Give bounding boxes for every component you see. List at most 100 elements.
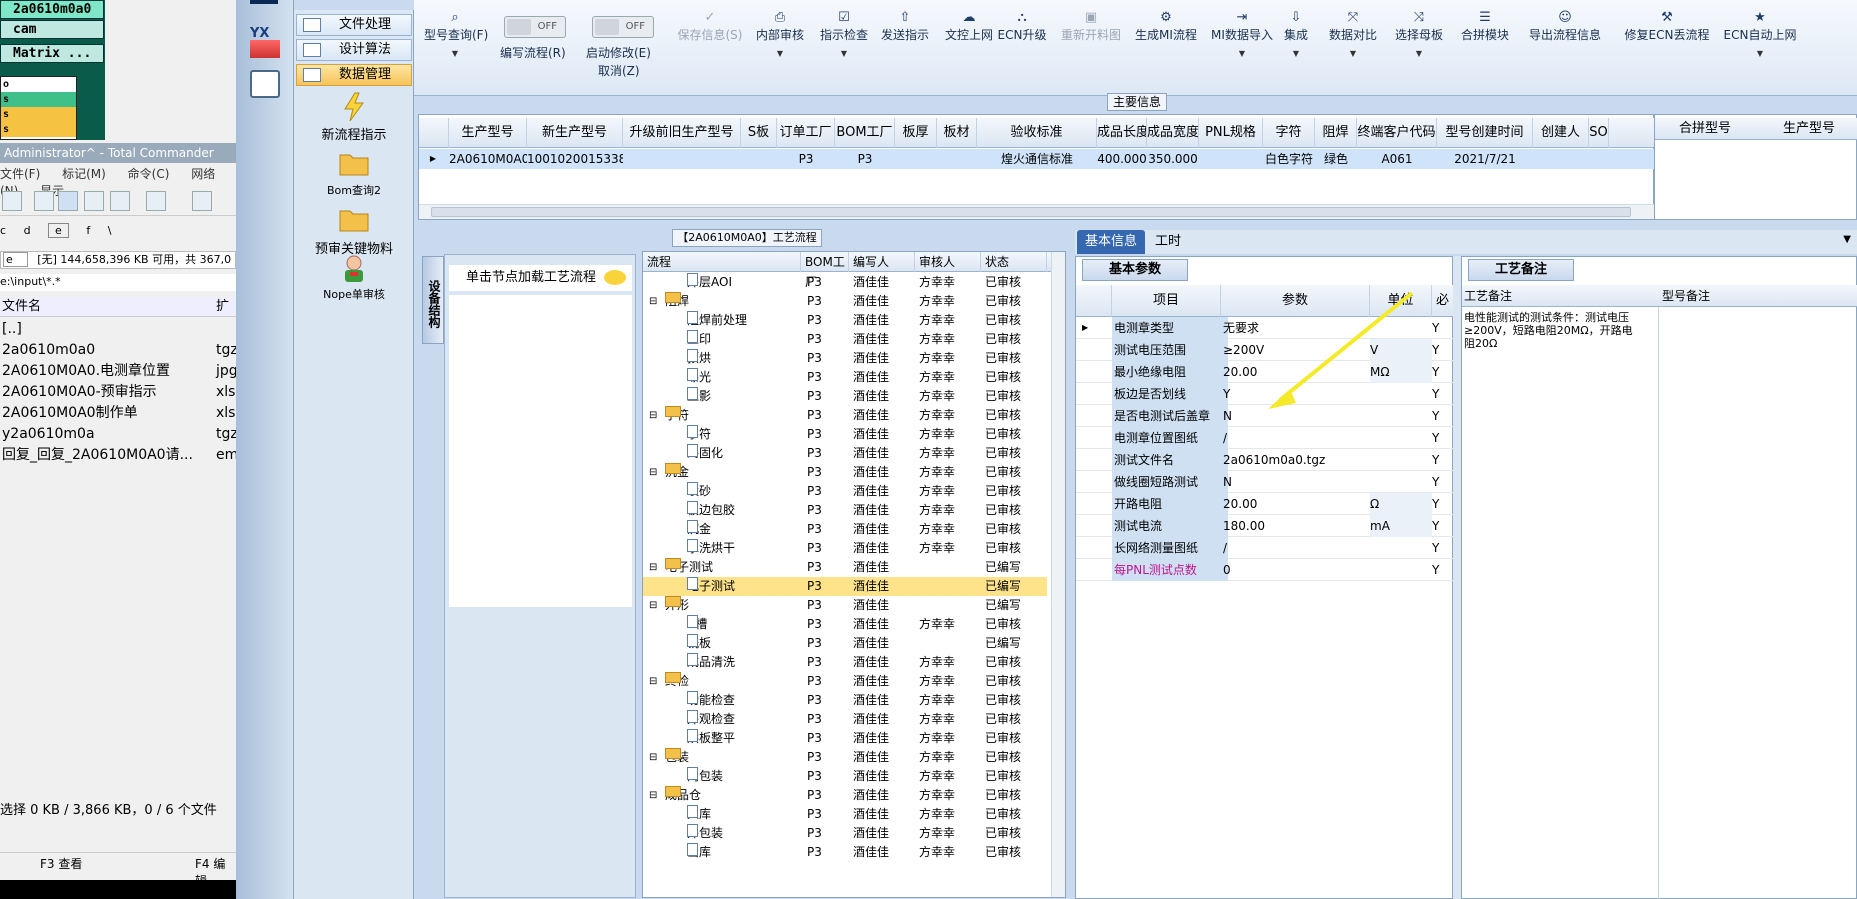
- nav-item-key-material[interactable]: 预审关键物料: [294, 206, 414, 257]
- param-value[interactable]: 180.00: [1221, 515, 1371, 537]
- chevron-down-icon[interactable]: ▼: [814, 49, 874, 58]
- toolbar-button[interactable]: ☁ 文控上网: [938, 10, 1000, 43]
- tree-row[interactable]: ⊟ 沉金 P3 酒佳佳 方幸幸 已审核: [643, 463, 1047, 482]
- toolbar-button[interactable]: ★ ECN自动上网 ▼: [1720, 10, 1800, 58]
- toolbar-button[interactable]: ⇥ MI数据导入 ▼: [1206, 10, 1278, 58]
- tree-row[interactable]: 外层AOI P3 酒佳佳 方幸幸 已审核: [643, 273, 1047, 292]
- tab-basic-info[interactable]: 基本信息: [1077, 230, 1146, 254]
- tree-row[interactable]: 内包装 P3 酒佳佳 方幸幸 已审核: [643, 767, 1047, 786]
- col-header[interactable]: 新生产型号: [527, 118, 623, 148]
- tc-green-item[interactable]: Matrix ...: [0, 44, 104, 63]
- col-header[interactable]: BOM工厂: [835, 118, 895, 148]
- toolbar-button[interactable]: ▣ 重新开料图: [1052, 10, 1130, 43]
- toolbar-button[interactable]: ⚒ 修复ECN丢流程: [1620, 10, 1714, 43]
- col-header[interactable]: 创建人: [1533, 118, 1589, 148]
- col-header[interactable]: 字符: [1263, 118, 1315, 148]
- merge-col-header[interactable]: 生产型号: [1783, 118, 1835, 140]
- collapse-icon[interactable]: ⊟: [649, 786, 657, 805]
- edit-toggle[interactable]: OFF: [592, 16, 654, 38]
- nav-tab-data-management[interactable]: 数据管理: [296, 64, 412, 86]
- tree-row[interactable]: ⊟ 终检 P3 酒佳佳 方幸幸 已审核: [643, 672, 1047, 691]
- cancel-label[interactable]: 取消(Z): [598, 62, 640, 79]
- param-value[interactable]: 2a0610m0a0.tgz: [1221, 449, 1371, 471]
- param-value[interactable]: N: [1221, 471, 1371, 493]
- param-value[interactable]: /: [1221, 537, 1371, 559]
- tree-row[interactable]: ⊟ 字符 P3 酒佳佳 方幸幸 已审核: [643, 406, 1047, 425]
- tree-row[interactable]: 成品清洗 P3 酒佳佳 方幸幸 已审核: [643, 653, 1047, 672]
- list-item[interactable]: y2a0610m0a tgz: [0, 424, 236, 444]
- param-row[interactable]: 做线圈短路测试 N Y: [1076, 471, 1454, 493]
- drive-select[interactable]: e: [3, 252, 28, 267]
- col-writer-header[interactable]: 编写人: [849, 252, 915, 272]
- col-name-header[interactable]: 文件名: [2, 297, 41, 317]
- tree-row[interactable]: 出库 P3 酒佳佳 方幸幸 已审核: [643, 843, 1047, 862]
- pack-icon[interactable]: [192, 191, 212, 211]
- tree-row[interactable]: V槽 P3 酒佳佳 方幸幸 已审核: [643, 615, 1047, 634]
- tab-work-hours[interactable]: 工时: [1147, 230, 1189, 254]
- refresh-icon[interactable]: [2, 191, 22, 211]
- col-header[interactable]: S板: [741, 118, 777, 148]
- tree-row[interactable]: 烘板整平 P3 酒佳佳 方幸幸 已审核: [643, 729, 1047, 748]
- list-item[interactable]: s: [1, 107, 76, 122]
- col-header[interactable]: 成品长度: [1097, 118, 1147, 148]
- factory-icon[interactable]: [250, 40, 280, 58]
- tc-path[interactable]: e:\input\*.*: [0, 274, 236, 291]
- tc-green-item[interactable]: 2a0610m0a0: [0, 0, 104, 19]
- col-header[interactable]: 验收标准: [977, 118, 1097, 148]
- vertical-scrollbar[interactable]: [1051, 252, 1065, 897]
- write-process-toggle[interactable]: OFF: [504, 16, 566, 38]
- chevron-down-icon[interactable]: ▼: [1320, 49, 1386, 58]
- collapse-icon[interactable]: ⊟: [649, 292, 657, 311]
- tc-menu-file[interactable]: 文件(F): [0, 167, 40, 181]
- col-model-note-header[interactable]: 型号备注: [1662, 285, 1710, 307]
- tree-row[interactable]: 阻焊前处理 P3 酒佳佳 方幸幸 已审核: [643, 311, 1047, 330]
- chevron-down-icon[interactable]: ▼: [1276, 49, 1316, 58]
- list-item[interactable]: s: [1, 92, 76, 107]
- col-required-header[interactable]: 必: [1432, 285, 1454, 317]
- horizontal-scrollbar[interactable]: [419, 204, 1655, 219]
- collapse-icon[interactable]: ⊟: [649, 748, 657, 767]
- collapse-icon[interactable]: ⊟: [649, 406, 657, 425]
- col-header[interactable]: 订单工厂: [777, 118, 835, 148]
- toolbar-button[interactable]: ⌕ 型号查询(F) ▼: [424, 10, 488, 58]
- toolbar-button[interactable]: ⤧ 数据对比 ▼: [1320, 10, 1386, 58]
- list-item[interactable]: [..]: [0, 319, 236, 339]
- tree-icon[interactable]: [110, 191, 130, 211]
- col-ext-header[interactable]: 扩: [216, 297, 229, 317]
- chevron-down-icon[interactable]: ▼: [1206, 49, 1278, 58]
- list-item[interactable]: 2A0610M0A0-预审指示 xls: [0, 382, 236, 402]
- col-header[interactable]: 阻焊: [1315, 118, 1357, 148]
- param-row[interactable]: 测试文件名 2a0610m0a0.tgz Y: [1076, 449, 1454, 471]
- list-item[interactable]: 2a0610m0a0 tgz: [0, 340, 236, 360]
- drive-e-button[interactable]: e: [48, 223, 69, 238]
- chevron-down-icon[interactable]: ▼: [750, 49, 810, 58]
- toolbar-button[interactable]: ⎙ 内部审核 ▼: [750, 10, 810, 58]
- tc-menu-command[interactable]: 命令(C): [128, 167, 170, 181]
- param-row[interactable]: 每PNL测试点数 0 Y: [1076, 559, 1454, 581]
- detail-view-icon[interactable]: [58, 191, 78, 211]
- brief-view-icon[interactable]: [34, 191, 54, 211]
- col-process-note-header[interactable]: 工艺备注: [1464, 285, 1512, 307]
- param-value[interactable]: 20.00: [1221, 493, 1371, 515]
- col-header[interactable]: 成品宽度: [1147, 118, 1199, 148]
- drive-root-button[interactable]: \: [108, 224, 112, 237]
- tree-row[interactable]: 字符 P3 酒佳佳 方幸幸 已审核: [643, 425, 1047, 444]
- tree-row[interactable]: 喷砂 P3 酒佳佳 方幸幸 已审核: [643, 482, 1047, 501]
- col-header[interactable]: 终端客户代码: [1357, 118, 1437, 148]
- col-bom-header[interactable]: BOM工厂: [801, 252, 849, 289]
- toolbar-button[interactable]: ☰ 合拼模块: [1454, 10, 1516, 43]
- nav-tab-file-processing[interactable]: 文件处理: [296, 14, 412, 36]
- menu-icon[interactable]: [250, 0, 278, 4]
- nav-item-bom-query[interactable]: Bom查询2: [294, 150, 414, 198]
- param-row[interactable]: 测试电流 180.00 mA Y: [1076, 515, 1454, 537]
- drive-d-button[interactable]: d: [24, 224, 31, 237]
- list-item[interactable]: 2A0610M0A0.电测章位置 jpg: [0, 361, 236, 381]
- chevron-down-icon[interactable]: ▼: [424, 49, 486, 58]
- collapse-icon[interactable]: ⊟: [649, 672, 657, 691]
- table-row[interactable]: ▶ 2A0610M0A010010200153385 P3 P3 煌火通信标准 400.0…: [419, 149, 1655, 169]
- list-item[interactable]: s: [1, 122, 76, 137]
- tree-row[interactable]: 电子测试 P3 酒佳佳 已编写: [643, 577, 1047, 596]
- tree-row[interactable]: 显影 P3 酒佳佳 方幸幸 已审核: [643, 387, 1047, 406]
- chevron-down-icon[interactable]: ▼: [1843, 234, 1851, 245]
- col-header[interactable]: PNL规格: [1199, 118, 1263, 148]
